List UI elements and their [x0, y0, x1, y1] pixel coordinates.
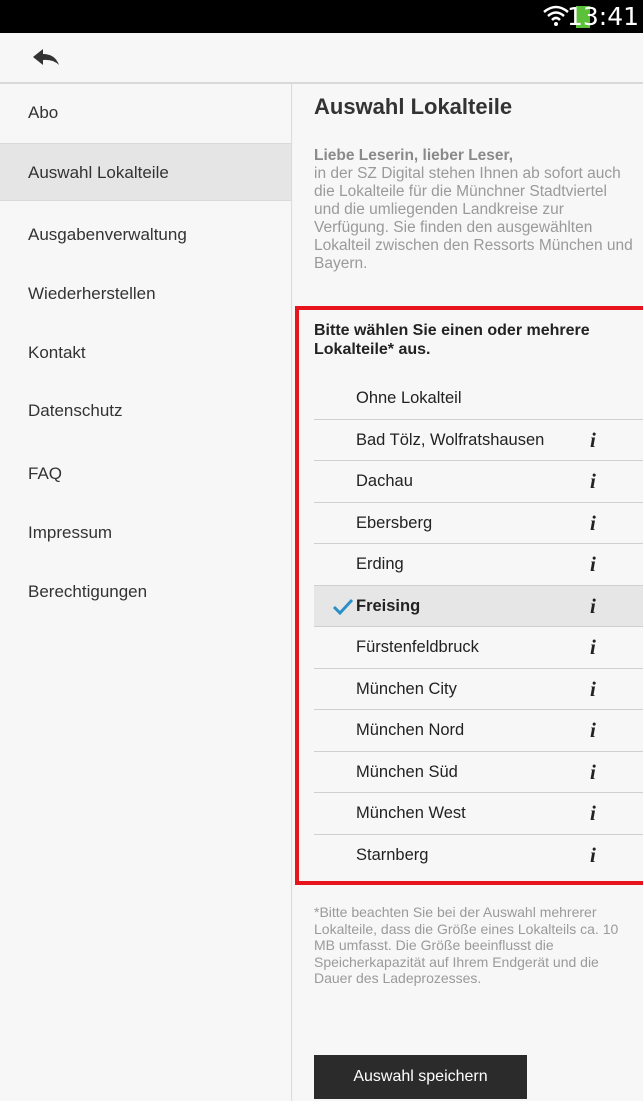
sidebar-item[interactable]: Abo — [0, 84, 291, 142]
sidebar-item[interactable]: Wiederherstellen — [0, 265, 291, 323]
sidebar-item[interactable]: Ausgabenverwaltung — [0, 206, 291, 264]
info-icon[interactable]: i — [590, 793, 596, 834]
info-icon[interactable]: i — [590, 835, 596, 876]
checkmark-icon — [332, 598, 354, 615]
sidebar: Abo Auswahl Lokalteile Ausgabenverwaltung W… — [0, 84, 292, 1101]
list-item[interactable]: Starnberg i — [314, 835, 643, 877]
status-time: 13:41 — [566, 2, 639, 31]
list-item-label: München West — [356, 804, 466, 822]
sidebar-item[interactable]: Berechtigungen — [0, 563, 291, 621]
app-bar — [0, 33, 643, 84]
save-selection-button[interactable]: Auswahl speichern — [314, 1055, 527, 1099]
list-item[interactable]: Ohne Lokalteil — [314, 378, 643, 420]
info-icon[interactable]: i — [590, 544, 596, 585]
list-item-label: Freising — [356, 596, 421, 615]
info-icon[interactable]: i — [590, 627, 596, 668]
list-item[interactable]: Freising i — [314, 585, 643, 627]
info-icon[interactable]: i — [590, 669, 596, 710]
status-bar: 13:41 — [0, 0, 643, 33]
list-item-label: Ebersberg — [356, 513, 433, 532]
main-content: Auswahl Lokalteile Liebe Leserin, lieber… — [293, 84, 643, 1101]
back-arrow-icon[interactable] — [31, 47, 61, 69]
info-icon[interactable]: i — [590, 710, 596, 751]
list-item-label: Fürstenfeldbruck — [356, 638, 479, 656]
list-item-label: München City — [356, 679, 457, 698]
list-item-label: Dachau — [356, 472, 413, 490]
sidebar-item[interactable]: Datenschutz — [0, 382, 291, 440]
list-item[interactable]: Bad Tölz, Wolfratshausen i — [314, 420, 643, 461]
list-item[interactable]: München Nord i — [314, 710, 643, 752]
selection-prompt: Bitte wählen Sie einen oder mehrere Loka… — [314, 322, 590, 358]
list-item[interactable]: München City i — [314, 669, 643, 710]
sidebar-item[interactable]: Kontakt — [0, 324, 291, 382]
wifi-icon — [543, 5, 569, 26]
list-item-label: Erding — [356, 555, 404, 573]
list-item-label: München Nord — [356, 721, 465, 739]
intro-greeting: Liebe Leserin, lieber Leser, — [314, 147, 514, 164]
info-icon[interactable]: i — [590, 586, 596, 627]
sidebar-item[interactable]: Auswahl Lokalteile — [0, 143, 291, 201]
list-item[interactable]: Ebersberg i — [314, 503, 643, 544]
list-item[interactable]: München Süd i — [314, 752, 643, 793]
info-icon[interactable]: i — [590, 461, 596, 502]
list-item-label: München Süd — [356, 762, 458, 781]
list-item[interactable]: Erding i — [314, 544, 643, 586]
footnote: *Bitte beachten Sie bei der Auswahl mehr… — [314, 904, 619, 986]
intro-text: Liebe Leserin, lieber Leser, in der SZ D… — [314, 147, 636, 273]
sidebar-item[interactable]: Impressum — [0, 504, 291, 562]
info-icon[interactable]: i — [590, 420, 596, 461]
list-item[interactable]: Fürstenfeldbruck i — [314, 627, 643, 669]
info-icon[interactable]: i — [590, 503, 596, 544]
page-title: Auswahl Lokalteile — [314, 94, 513, 119]
intro-body: in der SZ Digital stehen Ihnen ab sofort… — [314, 165, 633, 272]
list-item-label: Starnberg — [356, 845, 429, 864]
list-item-label: Ohne Lokalteil — [356, 389, 462, 407]
local-section-selection: Bitte wählen Sie einen oder mehrere Loka… — [295, 306, 643, 885]
local-section-list: Ohne Lokalteil Bad Tölz, Wolfratshausen i D… — [314, 378, 643, 876]
list-item-label: Bad Tölz, Wolfratshausen — [356, 430, 545, 449]
info-icon[interactable]: i — [590, 752, 596, 793]
list-item[interactable]: München West i — [314, 793, 643, 835]
list-item[interactable]: Dachau i — [314, 461, 643, 503]
sidebar-item[interactable]: FAQ — [0, 445, 291, 503]
